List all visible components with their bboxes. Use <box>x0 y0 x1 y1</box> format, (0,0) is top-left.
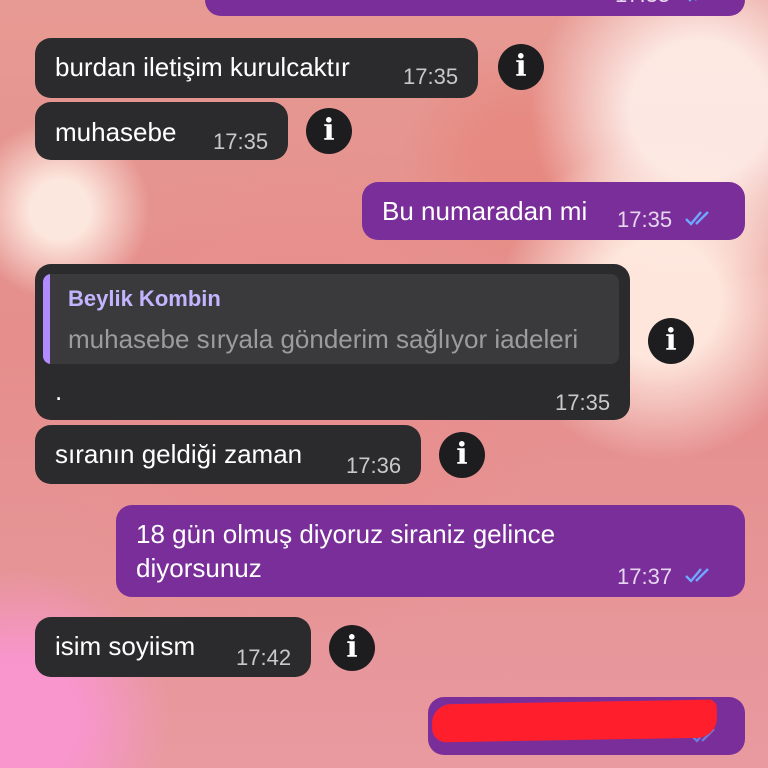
message-time: 17:35 <box>403 64 459 89</box>
message-text: burdan iletişim kurulcaktır <box>55 52 350 82</box>
incoming-message[interactable]: isim soyiism 17:42 <box>35 617 311 677</box>
message-text: . <box>55 376 63 406</box>
info-icon[interactable]: i <box>439 432 485 478</box>
message-time: 17:35 <box>555 390 611 415</box>
message-time: 17:42 <box>236 645 292 670</box>
incoming-message[interactable]: burdan iletişim kurulcaktır 17:35 <box>35 38 478 98</box>
quote-text: muhasebe sıryala gönderim sağlıyor iadel… <box>68 324 579 354</box>
message-time: 17:36 <box>346 453 402 478</box>
message-text: sıranın geldiği zaman <box>55 439 303 469</box>
message-text-line-1: 18 gün olmuş diyoruz siraniz gelince <box>136 519 556 549</box>
message-time: 17:35 <box>617 207 673 232</box>
message-time: 17:35 <box>615 0 670 8</box>
double-check-icon <box>685 568 709 583</box>
outgoing-message[interactable]: Bu numaradan mi 17:35 <box>362 182 745 240</box>
message-text: Bu numaradan mi <box>382 196 588 226</box>
incoming-message[interactable]: sıranın geldiği zaman 17:36 <box>35 425 421 484</box>
info-icon[interactable]: i <box>306 108 352 154</box>
double-check-icon <box>688 0 697 2</box>
message-text-line-2: diyorsunuz <box>136 553 262 583</box>
double-check-icon <box>685 211 709 226</box>
incoming-reply-message[interactable]: Beylik Kombin muhasebe sıryala gönderim … <box>35 264 630 420</box>
message-time: 17:37 <box>617 564 673 589</box>
quote-accent-bar <box>43 274 50 364</box>
quote-author: Beylik Kombin <box>68 286 221 311</box>
outgoing-message[interactable]: 18 gün olmuş diyoruz siraniz gelince diy… <box>116 505 745 597</box>
info-icon[interactable]: i <box>498 44 544 90</box>
redaction-mark <box>431 699 718 743</box>
info-icon[interactable]: i <box>648 318 694 364</box>
incoming-message[interactable]: muhasebe 17:35 <box>35 102 288 160</box>
message-time: 17:35 <box>213 129 269 154</box>
message-text: isim soyiism <box>55 631 196 661</box>
info-icon[interactable]: i <box>329 625 375 671</box>
outgoing-message-partial[interactable]: 17:35 <box>205 0 745 16</box>
message-text: muhasebe <box>55 117 177 147</box>
quoted-message[interactable]: Beylik Kombin muhasebe sıryala gönderim … <box>43 274 619 364</box>
